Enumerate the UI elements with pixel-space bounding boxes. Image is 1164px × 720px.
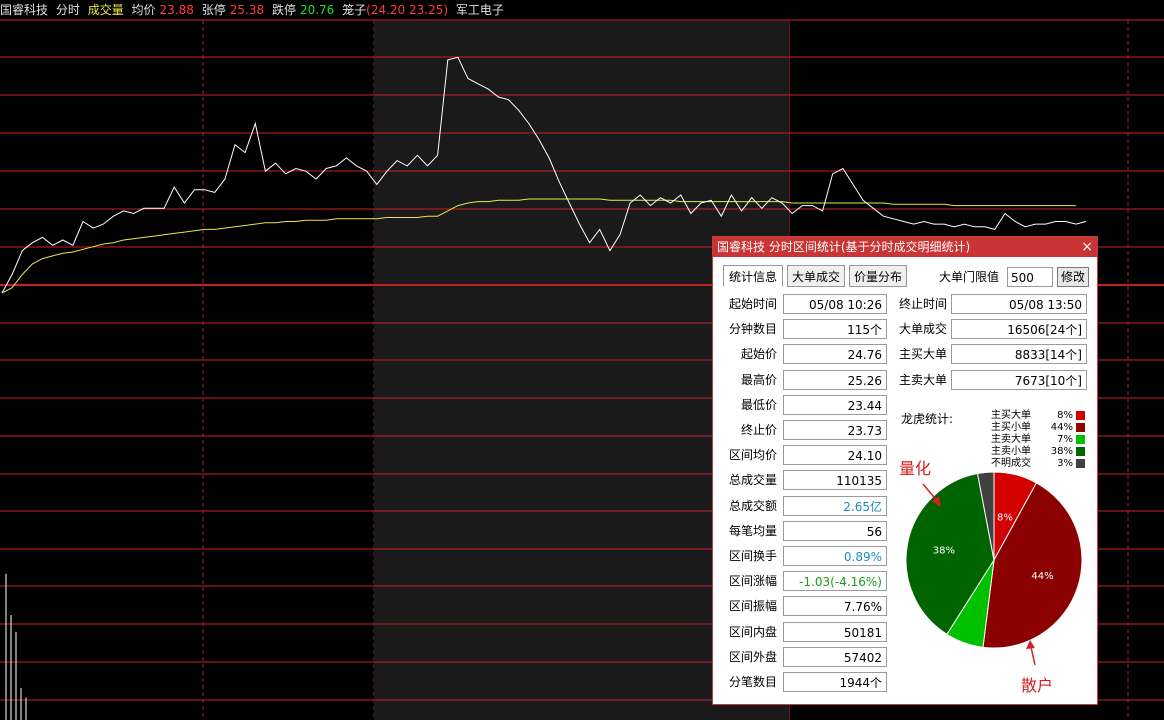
dialog-title: 国睿科技 分时区间统计(基于分时成交明细统计) (717, 240, 971, 254)
legend-pct: 38% (1050, 446, 1073, 457)
stat-value: 7673[10个] (951, 369, 1087, 390)
stat-value: 57402 (783, 646, 887, 667)
stat-label: 区间均价 (728, 448, 777, 463)
legend-swatch (1076, 410, 1085, 420)
stat-value: 24.76 (783, 344, 887, 365)
stat-value: 0.89% (783, 546, 887, 566)
stat-value: 7.76% (783, 596, 887, 617)
legend-pct: 7% (1057, 434, 1073, 445)
stat-label: 大单成交 (898, 322, 947, 337)
stat-value: 24.10 (783, 445, 887, 466)
stat-label: 区间振幅 (728, 599, 777, 614)
stat-label: 总成交额 (728, 498, 777, 513)
pie-label: 44% (1031, 571, 1053, 582)
legend-item: 主卖大单 7% (991, 434, 1085, 446)
stat-label: 起始价 (740, 347, 777, 362)
stat-label: 区间内盘 (728, 624, 777, 639)
stat-value: 50181 (783, 621, 887, 642)
stat-label: 分钟数目 (728, 322, 777, 337)
threshold-input[interactable]: 500 (1007, 267, 1053, 287)
legend-swatch (1076, 434, 1085, 444)
legend-name: 主卖大单 (991, 434, 1031, 445)
dialog-title-bar[interactable]: 国睿科技 分时区间统计(基于分时成交明细统计) × (713, 237, 1097, 257)
stat-label: 分笔数目 (728, 675, 777, 689)
stat-value: 23.73 (783, 420, 887, 440)
stat-label: 最低价 (740, 397, 777, 412)
modify-button[interactable]: 修改 (1057, 267, 1089, 287)
legend-pct: 44% (1050, 422, 1073, 433)
stat-label: 起始时间 (728, 297, 777, 311)
legend-item: 主买小单 44% (991, 422, 1085, 434)
stat-label: 每笔均量 (728, 523, 777, 538)
stat-value: 05/08 13:50 (951, 294, 1087, 314)
threshold-label: 大单门限值 (938, 270, 999, 284)
close-icon[interactable]: × (1081, 238, 1093, 256)
stat-label: 区间外盘 (728, 649, 777, 664)
legend-name: 主买小单 (991, 422, 1031, 433)
tab-stats-info[interactable]: 统计信息 (723, 265, 783, 287)
legend-item: 主买大单 8% (991, 410, 1085, 422)
tab-price-volume[interactable]: 价量分布 (849, 265, 907, 287)
stat-label: 终止时间 (898, 297, 947, 311)
stat-value: 110135 (783, 470, 887, 491)
stat-value: 16506[24个] (951, 319, 1087, 340)
stat-value: 56 (783, 520, 887, 541)
tab-big-orders[interactable]: 大单成交 (787, 265, 845, 287)
legend-name: 主卖小单 (991, 446, 1031, 457)
stat-value: 23.44 (783, 394, 887, 415)
stat-value: 8833[14个] (951, 344, 1087, 365)
legend-name: 主买大单 (991, 410, 1031, 421)
stat-value: 115个 (783, 319, 887, 340)
stat-value: 05/08 10:26 (783, 294, 887, 314)
stat-label: 终止价 (740, 423, 777, 437)
legend-swatch (1076, 446, 1085, 456)
stat-value: 25.26 (783, 369, 887, 390)
annotation-quant: 量化 (899, 459, 932, 478)
pie-label: 38% (933, 545, 955, 556)
stat-label: 主买大单 (898, 347, 947, 362)
legend-pct: 8% (1057, 410, 1073, 421)
order-flow-pie: 8% 44% 38% (905, 471, 1083, 649)
annotation-retail: 散户 (1021, 676, 1054, 695)
volume-bars (5, 573, 27, 720)
stat-label: 区间涨幅 (728, 574, 777, 589)
legend-item: 主卖小单 38% (991, 446, 1085, 458)
stat-label: 区间换手 (728, 549, 777, 563)
stat-label: 最高价 (740, 372, 777, 387)
longhu-label: 龙虎统计: (901, 412, 954, 426)
stat-value: 1944个 (783, 672, 887, 692)
legend-swatch (1076, 422, 1085, 432)
pie-label: 8% (997, 512, 1013, 523)
stat-label: 总成交量 (728, 473, 777, 488)
stat-value: -1.03(-4.16%) (783, 571, 887, 592)
stat-value: 2.65亿 (783, 495, 887, 516)
interval-stats-dialog[interactable]: 国睿科技 分时区间统计(基于分时成交明细统计) × 统计信息 大单成交 价量分布… (712, 236, 1098, 705)
stat-label: 主卖大单 (898, 372, 947, 387)
